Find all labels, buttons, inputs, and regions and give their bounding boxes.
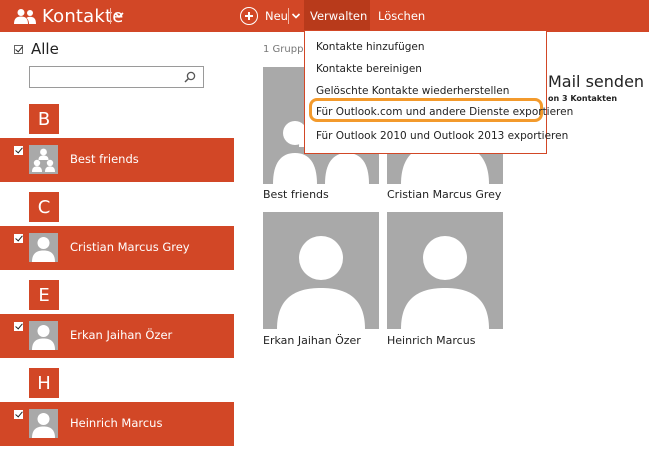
contact-name: Best friends — [70, 152, 139, 166]
tile-label: Erkan Jaihan Özer — [263, 334, 361, 347]
app-brand[interactable]: Kontakte — [14, 0, 124, 32]
person-icon — [32, 237, 55, 262]
send-mail-subtitle: on 3 Kontakten — [548, 94, 618, 103]
people-icon — [14, 9, 36, 24]
contact-name: Cristian Marcus Grey — [70, 240, 190, 254]
top-bar: Kontakte Neu Verwalten Löschen — [0, 0, 649, 32]
menu-item-add-contacts[interactable]: Kontakte hinzufügen — [316, 41, 425, 53]
menu-item-export-outlook-com[interactable]: Für Outlook.com und andere Dienste expor… — [316, 106, 573, 118]
contact-name: Erkan Jaihan Özer — [70, 328, 173, 342]
checkbox[interactable] — [14, 410, 23, 419]
tile-label: Heinrich Marcus — [387, 334, 476, 347]
group-icon — [32, 148, 55, 172]
tile-label: Cristian Marcus Grey — [387, 188, 502, 201]
chevron-down-icon[interactable] — [113, 7, 125, 23]
group-count: 1 Gruppe — [263, 44, 310, 55]
select-all[interactable]: Alle — [14, 40, 59, 58]
search-input[interactable] — [29, 66, 204, 88]
list-item[interactable]: Erkan Jaihan Özer — [0, 314, 234, 358]
all-label: Alle — [31, 40, 59, 58]
avatar — [29, 409, 58, 438]
manage-button[interactable]: Verwalten — [304, 0, 370, 32]
contact-tile[interactable] — [263, 212, 379, 329]
chevron-down-icon[interactable] — [291, 10, 301, 22]
letter-header[interactable]: E — [29, 280, 59, 310]
checkbox[interactable] — [14, 146, 23, 155]
manage-menu: Kontakte hinzufügen Kontakte bereinigen … — [304, 30, 573, 154]
checkbox[interactable] — [14, 322, 23, 331]
person-icon — [277, 236, 365, 329]
tile-label: Best friends — [263, 188, 329, 201]
search-icon[interactable] — [184, 71, 196, 83]
contact-list: Alle B Best friends C Cristian Marcus Gr… — [0, 32, 234, 468]
new-button[interactable]: Neu — [240, 0, 288, 32]
person-icon — [32, 325, 55, 350]
delete-button[interactable]: Löschen — [378, 0, 425, 32]
group-avatar — [29, 145, 58, 174]
new-label: Neu — [265, 9, 288, 23]
menu-item-clean-up-contacts[interactable]: Kontakte bereinigen — [316, 63, 422, 75]
divider — [288, 8, 289, 24]
avatar — [29, 233, 58, 262]
delete-label: Löschen — [378, 9, 426, 23]
list-item[interactable]: Heinrich Marcus — [0, 402, 234, 446]
checkbox[interactable] — [14, 44, 23, 54]
list-item[interactable]: Cristian Marcus Grey — [0, 226, 234, 270]
menu-item-restore-deleted[interactable]: Gelöschte Kontakte wiederherstellen — [316, 85, 509, 97]
contact-name: Heinrich Marcus — [70, 416, 163, 430]
divider — [110, 8, 111, 24]
plus-icon — [240, 7, 258, 25]
contact-tile[interactable] — [387, 212, 503, 329]
checkbox[interactable] — [14, 234, 23, 243]
send-mail-title[interactable]: Mail senden — [548, 72, 644, 91]
person-icon — [32, 413, 55, 438]
menu-item-export-outlook-2013[interactable]: Für Outlook 2010 und Outlook 2013 export… — [316, 130, 568, 142]
app-title: Kontakte — [42, 5, 124, 27]
list-item[interactable]: Best friends — [0, 138, 234, 182]
avatar — [29, 321, 58, 350]
letter-header[interactable]: B — [29, 104, 59, 134]
letter-header[interactable]: H — [29, 368, 59, 398]
letter-header[interactable]: C — [29, 192, 59, 222]
person-icon — [401, 236, 489, 329]
manage-label: Verwalten — [310, 9, 368, 23]
